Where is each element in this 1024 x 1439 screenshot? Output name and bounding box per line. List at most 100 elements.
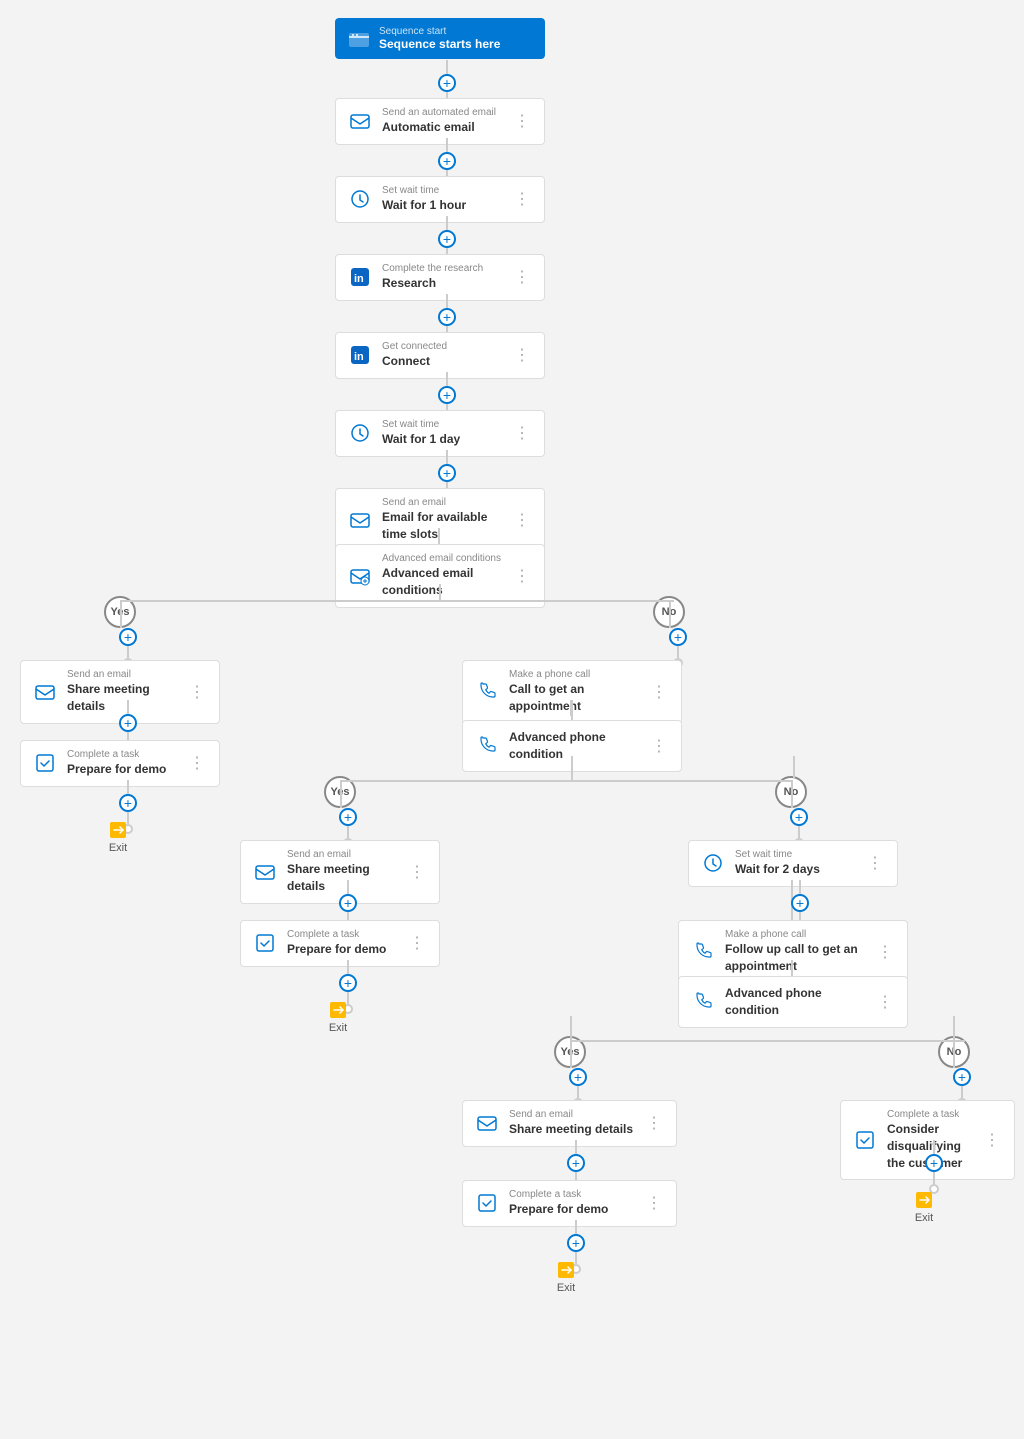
wait-1hr-title: Wait for 1 hour	[382, 197, 502, 214]
adv-phone-cond-text: Advanced phone condition	[509, 729, 639, 763]
add-l3-yes[interactable]: +	[569, 1068, 587, 1086]
wait-1day-label: Set wait time	[382, 419, 502, 431]
l2-followup-call-label: Make a phone call	[725, 929, 865, 941]
add-left-2[interactable]: +	[119, 714, 137, 732]
add-left-3[interactable]: +	[119, 794, 137, 812]
email-timeslots-title: Email for available time slots	[382, 509, 502, 543]
task-icon-left	[31, 749, 59, 777]
add-l3-yes-3[interactable]: +	[567, 1234, 585, 1252]
adv-email-cond-menu[interactable]: ⋮	[510, 564, 534, 588]
wait-1hr-label: Set wait time	[382, 185, 502, 197]
l2-share-meeting-menu[interactable]: ⋮	[405, 860, 429, 884]
add-l2-yes[interactable]: +	[339, 808, 357, 826]
add-step-1[interactable]: +	[438, 74, 456, 92]
auto-email-text: Send an automated email Automatic email	[382, 107, 502, 136]
task-icon-l3	[851, 1126, 879, 1154]
l3-prepare-demo-menu[interactable]: ⋮	[642, 1191, 666, 1215]
add-step-4[interactable]: +	[438, 308, 456, 326]
left-prepare-demo-text: Complete a task Prepare for demo	[67, 749, 177, 778]
add-l2-no[interactable]: +	[790, 808, 808, 826]
email-timeslots-menu[interactable]: ⋮	[510, 508, 534, 532]
wait-1day-menu[interactable]: ⋮	[510, 421, 534, 445]
right-call-text: Make a phone call Call to get an appoint…	[509, 669, 639, 715]
add-step-5[interactable]: +	[438, 386, 456, 404]
email-timeslots-label: Send an email	[382, 497, 502, 509]
l3-prepare-demo-text: Complete a task Prepare for demo	[509, 1189, 634, 1218]
email-icon-l2	[251, 858, 279, 886]
l2-wait-2days-text: Set wait time Wait for 2 days	[735, 849, 855, 878]
l3-no-exit: Exit	[914, 1190, 934, 1224]
l2-adv-phone-menu[interactable]: ⋮	[873, 990, 897, 1014]
l3-no-exit-label: Exit	[915, 1212, 933, 1224]
email-icon-left	[31, 678, 59, 706]
start-label: Sequence start	[379, 26, 500, 37]
l3-disqualify-menu[interactable]: ⋮	[980, 1128, 1004, 1152]
connect-menu[interactable]: ⋮	[510, 343, 534, 367]
wait-icon-l2	[699, 849, 727, 877]
add-l2-no-2[interactable]: +	[791, 894, 809, 912]
right-call-title: Call to get an appointment	[509, 681, 639, 715]
add-step-6[interactable]: +	[438, 464, 456, 482]
email-timeslots-text: Send an email Email for available time s…	[382, 497, 502, 543]
add-yes-1[interactable]: +	[119, 628, 137, 646]
l2-exit: Exit	[328, 1000, 348, 1034]
add-no-1[interactable]: +	[669, 628, 687, 646]
l2-prepare-demo-text: Complete a task Prepare for demo	[287, 929, 397, 958]
l3-prepare-demo-label: Complete a task	[509, 1189, 634, 1201]
add-l3-yes-2[interactable]: +	[567, 1154, 585, 1172]
left-exit-label-1: Exit	[109, 842, 127, 854]
l3-share-meeting-menu[interactable]: ⋮	[642, 1111, 666, 1135]
l3-share-meeting-text: Send an email Share meeting details	[509, 1109, 634, 1138]
adv-phone-cond-title: Advanced phone condition	[509, 729, 639, 763]
auto-email-title: Automatic email	[382, 119, 502, 136]
right-call-menu[interactable]: ⋮	[647, 680, 671, 704]
adv-email-cond-label: Advanced email conditions	[382, 553, 502, 565]
adv-email-icon	[346, 562, 374, 590]
phone-icon-1	[473, 678, 501, 706]
wait-icon-1	[346, 185, 374, 213]
add-step-2[interactable]: +	[438, 152, 456, 170]
l2-followup-call-node: Make a phone call Follow up call to get …	[678, 920, 908, 984]
svg-text:in: in	[354, 273, 364, 285]
email-icon-2	[346, 506, 374, 534]
auto-email-menu[interactable]: ⋮	[510, 109, 534, 133]
linkedin-icon-1: in	[346, 263, 374, 291]
connect-title: Connect	[382, 353, 502, 370]
l2-prepare-demo-menu[interactable]: ⋮	[405, 931, 429, 955]
add-l3-no[interactable]: +	[953, 1068, 971, 1086]
l3-yes-exit-label: Exit	[557, 1282, 575, 1294]
l2-adv-phone-title: Advanced phone condition	[725, 985, 865, 1019]
start-text: Sequence start Sequence starts here	[379, 26, 500, 51]
wait-1hr-text: Set wait time Wait for 1 hour	[382, 185, 502, 214]
left-prepare-demo-label: Complete a task	[67, 749, 177, 761]
add-step-3[interactable]: +	[438, 230, 456, 248]
email-timeslots-node: Send an email Email for available time s…	[335, 488, 545, 552]
left-prepare-demo-title: Prepare for demo	[67, 761, 177, 778]
adv-email-cond-text: Advanced email conditions Advanced email…	[382, 553, 502, 599]
wait-1day-text: Set wait time Wait for 1 day	[382, 419, 502, 448]
l2-prepare-demo-label: Complete a task	[287, 929, 397, 941]
add-l2-yes-2[interactable]: +	[339, 894, 357, 912]
l2-wait-2days-menu[interactable]: ⋮	[863, 851, 887, 875]
wait-1day-title: Wait for 1 day	[382, 431, 502, 448]
left-exit-1: Exit	[108, 820, 128, 854]
adv-phone-cond-menu[interactable]: ⋮	[647, 734, 671, 758]
research-menu[interactable]: ⋮	[510, 265, 534, 289]
svg-text:in: in	[354, 351, 364, 363]
left-share-meeting-menu[interactable]: ⋮	[185, 680, 209, 704]
add-l3-no-2[interactable]: +	[925, 1154, 943, 1172]
left-prepare-demo-menu[interactable]: ⋮	[185, 751, 209, 775]
linkedin-icon-2: in	[346, 341, 374, 369]
research-label: Complete the research	[382, 263, 502, 275]
l2-prepare-demo-title: Prepare for demo	[287, 941, 397, 958]
l2-followup-call-menu[interactable]: ⋮	[873, 940, 897, 964]
task-icon-l2	[251, 929, 279, 957]
wait-1hr-menu[interactable]: ⋮	[510, 187, 534, 211]
connect-label: Get connected	[382, 341, 502, 353]
right-call-label: Make a phone call	[509, 669, 639, 681]
task-icon-l3-2	[473, 1189, 501, 1217]
research-text: Complete the research Research	[382, 263, 502, 292]
phone-icon-l2	[689, 938, 717, 966]
add-l2-yes-3[interactable]: +	[339, 974, 357, 992]
adv-email-cond-title: Advanced email conditions	[382, 565, 502, 599]
